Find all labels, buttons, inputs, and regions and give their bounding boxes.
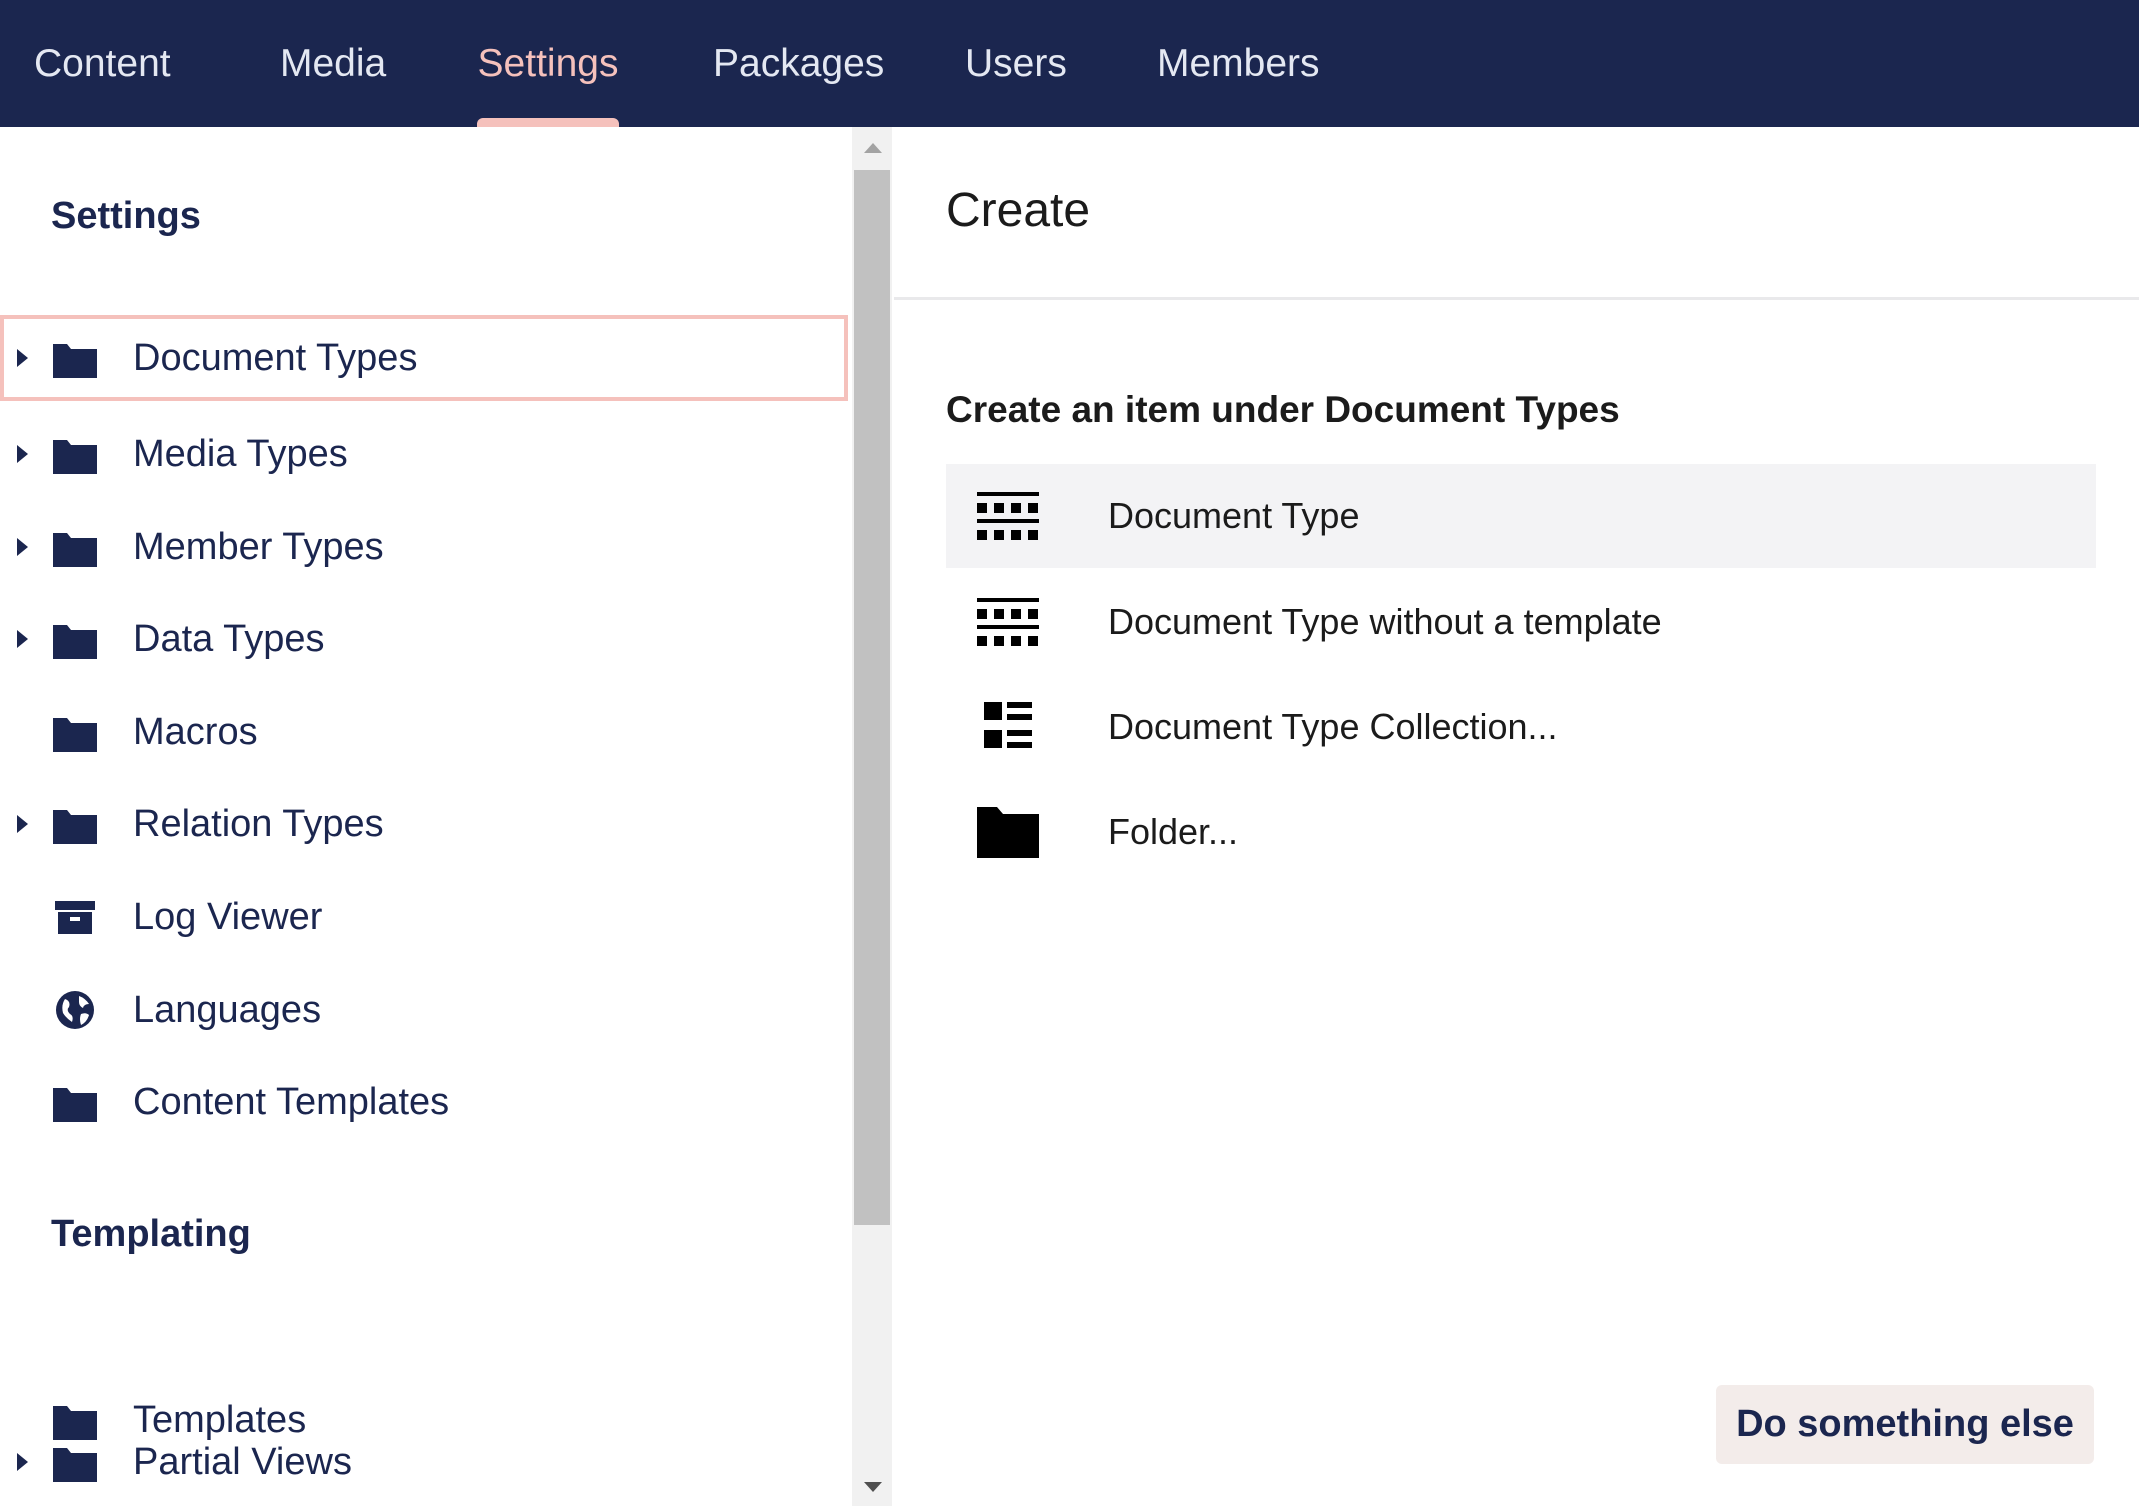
tree-item-label: Macros [133, 710, 258, 753]
expand-caret-icon[interactable] [17, 1453, 28, 1471]
document-type-icon [977, 492, 1039, 540]
tree-item-data-types[interactable]: Data Types [0, 596, 848, 682]
tab-users[interactable]: Users [965, 0, 1085, 127]
create-option-label: Document Type [1108, 495, 1360, 536]
tab-label: Content [34, 41, 171, 85]
tab-label: Settings [477, 41, 619, 85]
expand-caret-icon[interactable] [17, 445, 28, 463]
expand-caret-icon[interactable] [17, 815, 28, 833]
panel-subtitle: Create an item under Document Types [946, 389, 1620, 430]
tree-item-label: Media Types [133, 432, 348, 475]
scroll-up-arrow-icon[interactable] [864, 143, 882, 153]
create-option-document-type[interactable]: Document Type [946, 464, 2096, 568]
collection-icon [984, 702, 1032, 748]
tab-packages[interactable]: Packages [713, 0, 885, 127]
folder-icon [53, 625, 97, 659]
tree-item-content-templates[interactable]: Content Templates [0, 1059, 848, 1145]
tree-item-member-types[interactable]: Member Types [0, 504, 848, 590]
section-title-templating: Templating [51, 1213, 251, 1255]
folder-icon [53, 440, 97, 474]
create-option-folder[interactable]: Folder... [946, 780, 2096, 884]
folder-icon [53, 344, 97, 378]
tab-label: Media [280, 41, 387, 85]
expand-caret-icon[interactable] [17, 538, 28, 556]
tree-item-label: Document Types [133, 336, 418, 379]
tree-item-label: Languages [133, 988, 322, 1031]
tree-item-label: Relation Types [133, 802, 384, 845]
create-option-document-type-no-template[interactable]: Document Type without a template [946, 570, 2096, 674]
section-title-settings: Settings [51, 195, 201, 237]
folder-icon [53, 1088, 97, 1122]
tree-item-media-types[interactable]: Media Types [0, 411, 848, 497]
tree-item-label: Data Types [133, 617, 325, 660]
archive-box-icon [55, 901, 95, 934]
expand-caret-icon[interactable] [17, 630, 28, 648]
tab-label: Packages [713, 41, 885, 85]
create-option-document-type-collection[interactable]: Document Type Collection... [946, 675, 2096, 779]
create-panel: Create Create an item under Document Typ… [894, 127, 2139, 1506]
tree-item-relation-types[interactable]: Relation Types [0, 781, 848, 867]
tree-item-partial-views[interactable]: Partial Views [0, 1419, 848, 1505]
tree-item-label: Member Types [133, 525, 384, 568]
scrollbar-thumb[interactable] [854, 170, 890, 1225]
active-tab-indicator [477, 118, 619, 127]
globe-icon [56, 991, 94, 1029]
tree-item-log-viewer[interactable]: Log Viewer [0, 874, 848, 960]
expand-caret-icon[interactable] [17, 349, 28, 367]
tab-label: Users [965, 41, 1067, 85]
folder-icon [53, 810, 97, 844]
folder-icon [53, 718, 97, 752]
panel-title: Create [946, 184, 1091, 237]
top-navigation: Content Media Settings Packages Users Me… [0, 0, 2139, 127]
tree-item-label: Partial Views [133, 1440, 352, 1483]
tree-item-label: Log Viewer [133, 895, 323, 938]
tree-item-document-types[interactable]: Document Types [0, 315, 848, 401]
folder-icon [977, 807, 1039, 858]
settings-tree: Settings Document Types Media Types Memb… [0, 127, 852, 1506]
document-type-icon [977, 598, 1039, 646]
create-option-label: Document Type Collection... [1108, 706, 1558, 747]
folder-icon [53, 1448, 97, 1482]
tree-item-languages[interactable]: Languages [0, 967, 848, 1053]
tab-settings[interactable]: Settings [477, 0, 619, 127]
tree-scrollbar[interactable] [852, 127, 892, 1506]
tree-item-macros[interactable]: Macros [0, 689, 848, 775]
tab-members[interactable]: Members [1157, 0, 1337, 127]
scroll-down-arrow-icon[interactable] [864, 1482, 882, 1492]
tab-label: Members [1157, 41, 1320, 85]
do-something-else-button[interactable]: Do something else [1716, 1385, 2094, 1464]
tab-content[interactable]: Content [34, 0, 184, 127]
tab-media[interactable]: Media [280, 0, 410, 127]
folder-icon [53, 533, 97, 567]
create-option-label: Document Type without a template [1108, 601, 1662, 642]
panel-divider [894, 297, 2139, 300]
create-option-label: Folder... [1108, 811, 1239, 852]
tree-item-label: Content Templates [133, 1080, 450, 1123]
